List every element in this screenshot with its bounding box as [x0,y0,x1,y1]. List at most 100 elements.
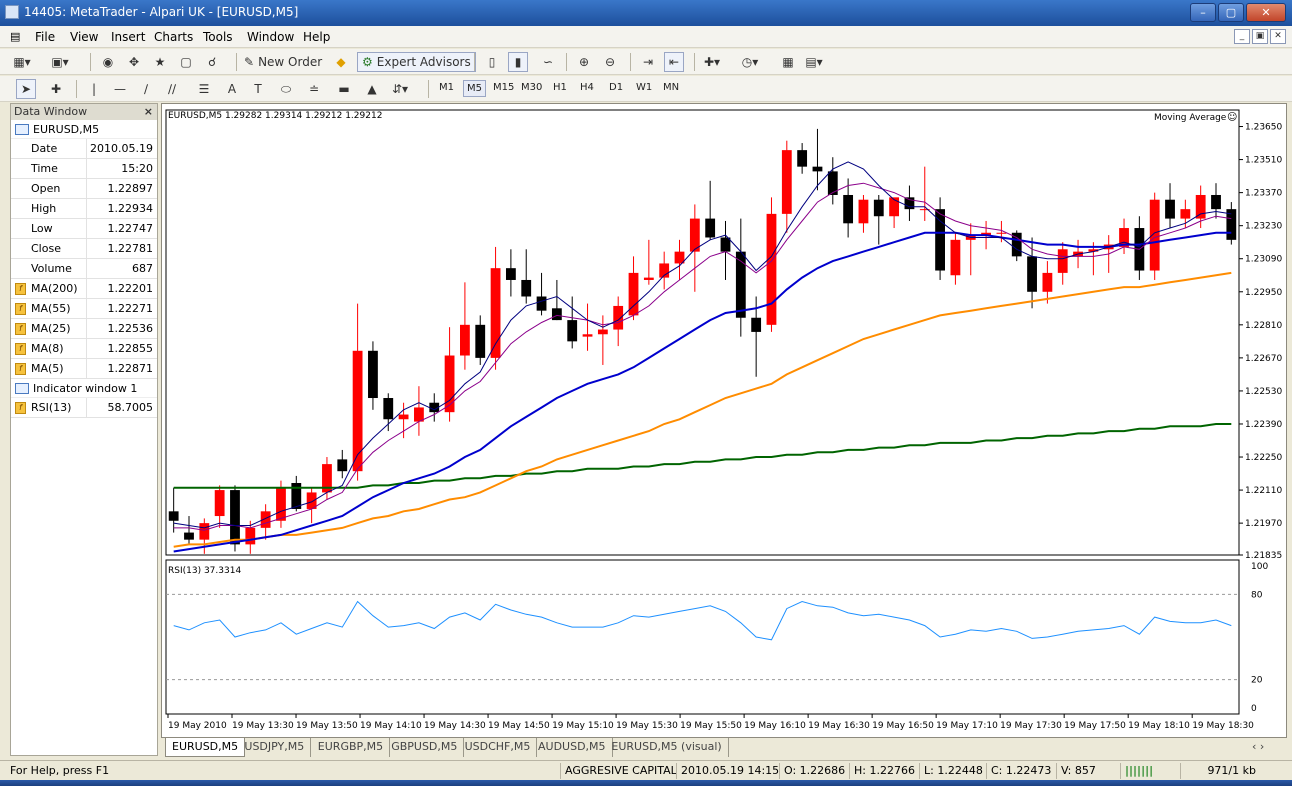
templates-icon[interactable]: ▤▾ [804,52,824,72]
ellipse-icon[interactable]: ⬭ [276,79,296,99]
timeframe-m1[interactable]: M1 [439,82,454,93]
new-order-button[interactable]: ✎ New Order [244,52,322,72]
market-watch-icon[interactable]: ◉ [98,52,118,72]
crosshair-tool-icon[interactable]: ✚ [46,79,66,99]
bull-candle [1195,194,1206,219]
status-profile[interactable]: AGGRESIVE CAPITAL T [560,763,676,779]
menu-insert[interactable]: Insert [111,30,145,44]
zoom-in-icon[interactable]: ⊕ [574,52,594,72]
bull-candle [444,355,455,413]
timeframe-mn[interactable]: MN [663,82,679,93]
bar-chart-icon[interactable]: ▯ [482,52,502,72]
metaeditor-icon[interactable]: ◆ [331,52,351,72]
menu-charts[interactable]: Charts [154,30,193,44]
menu-view[interactable]: View [70,30,98,44]
trendline-icon[interactable]: ∕ [136,79,156,99]
window-title: 14405: MetaTrader - Alpari UK - [EURUSD,… [24,5,299,19]
bull-candle [245,527,256,545]
time-tick-label: 19 May 15:50 [680,721,742,731]
timeframe-m30[interactable]: M30 [521,82,542,93]
chart-tab[interactable]: GBPUSD,M5 [385,738,465,757]
new-chart-icon[interactable]: ▦▾ [12,52,32,72]
bear-candle [720,237,731,252]
chart-window[interactable]: 1.23650 1.23510 1.23370 1.23230 1.23090 1.229… [161,103,1287,738]
terminal-icon[interactable]: ▢ [176,52,196,72]
data-window-close-icon[interactable]: × [144,104,153,119]
periods-icon[interactable]: ◷▾ [740,52,760,72]
timeframe-d1[interactable]: D1 [609,82,623,93]
close-button[interactable]: ✕ [1246,3,1286,22]
line-chart-icon[interactable]: ∽ [538,52,558,72]
menu-file[interactable]: File [35,30,55,44]
ma-line-ma200 [173,423,1232,489]
data-window-header: Data Window × [11,104,157,120]
chart-tab[interactable]: USDCHF,M5 [459,738,538,757]
time-tick-label: 19 May 15:10 [552,721,614,731]
navigator-icon[interactable]: ★ [150,52,170,72]
equidistant-channel-icon[interactable]: ∕∕ [162,79,182,99]
data-window-symbol: EURUSD,M5 [11,120,157,139]
time-tick-label: 19 May 14:50 [488,721,550,731]
fibo-fan-icon[interactable]: ≐ [304,79,324,99]
bull-candle [613,305,624,330]
auto-scroll-icon[interactable]: ⇥ [638,52,658,72]
chart-tab[interactable]: EURUSD,M5 [165,738,246,757]
chart-tabs: EURUSD,M5 USDJPY,M5 EURGBP,M5 GBPUSD,M5 USDC… [161,738,1287,758]
timeframe-w1[interactable]: W1 [636,82,652,93]
menu-window[interactable]: Window [247,30,294,44]
vertical-line-icon[interactable]: | [84,79,104,99]
chart-minimize-button[interactable]: _ [1234,29,1250,44]
data-row-low: Low 1.22747 [11,219,157,239]
zoom-out-icon[interactable]: ⊖ [600,52,620,72]
ma-line-ma25 [173,231,1232,553]
rectangle-icon[interactable]: ▬ [334,79,354,99]
time-tick-label: 19 May 13:50 [296,721,358,731]
text-icon[interactable]: A [222,79,242,99]
status-traffic: 971/1 kb [1180,763,1260,779]
timeframe-m15[interactable]: M15 [493,82,514,93]
indicators-icon[interactable]: ✚▾ [702,52,722,72]
horizontal-line-icon[interactable]: — [110,79,130,99]
price-tick-label: 1.23090 [1245,255,1282,265]
bear-candle [1165,199,1175,219]
profiles-icon[interactable]: ▣▾ [50,52,70,72]
time-tick-label: 19 May 18:30 [1192,721,1254,731]
bull-candle [199,523,210,540]
chart-close-button[interactable]: ✕ [1270,29,1286,44]
chart-shift-icon[interactable]: ⇤ [664,52,685,72]
bear-candle [873,199,884,217]
data-row-time: Time 15:20 [11,159,157,179]
arrows-icon[interactable]: ⇵▾ [390,79,410,99]
chart-tab[interactable]: USDJPY,M5 [238,738,312,757]
chart-tab[interactable]: EURUSD,M5 (visual) [605,738,729,757]
minimize-button[interactable]: – [1190,3,1216,22]
crosshair-icon[interactable]: ✥ [124,52,144,72]
fibonacci-icon[interactable]: ☰ [194,79,214,99]
chart-tab[interactable]: AUDUSD,M5 [532,738,613,757]
text-label-icon[interactable]: T [248,79,268,99]
chart-canvas[interactable]: 1.23650 1.23510 1.23370 1.23230 1.23090 1.229… [162,104,1286,737]
properties-icon[interactable]: ▦ [778,52,798,72]
document-icon[interactable]: ▤ [10,30,20,43]
chart-header: EURUSD,M5 1.29282 1.29314 1.29212 1.2921… [168,111,382,121]
standard-toolbar: ▦▾ ▣▾ ◉ ✥ ★ ▢ ☌ ✎ New Order ◆ ⚙ Expert Adv… [0,49,1292,75]
chart-tab[interactable]: EURGBP,M5 [312,738,391,757]
menu-tools[interactable]: Tools [203,30,233,44]
tab-scroll-arrows-icon[interactable]: ‹ › [1246,738,1270,757]
bull-candle [1057,249,1068,273]
strategy-tester-icon[interactable]: ☌ [202,52,222,72]
bear-candle [368,350,378,399]
timeframe-m5[interactable]: M5 [463,80,486,97]
expert-advisors-icon: ⚙ [362,55,373,69]
bear-candle [812,166,823,172]
chart-restore-button[interactable]: ▣ [1252,29,1268,44]
expert-advisors-button[interactable]: ⚙ Expert Advisors [357,52,476,72]
timeframe-h4[interactable]: H4 [580,82,594,93]
maximize-button[interactable]: ▢ [1218,3,1244,22]
cursor-icon[interactable]: ➤ [16,79,37,99]
triangle-icon[interactable]: ▲ [362,79,382,99]
menu-help[interactable]: Help [303,30,330,44]
candlestick-chart-icon[interactable]: ▮ [508,52,528,72]
timeframe-h1[interactable]: H1 [553,82,567,93]
title-bar: 14405: MetaTrader - Alpari UK - [EURUSD,… [0,0,1292,26]
